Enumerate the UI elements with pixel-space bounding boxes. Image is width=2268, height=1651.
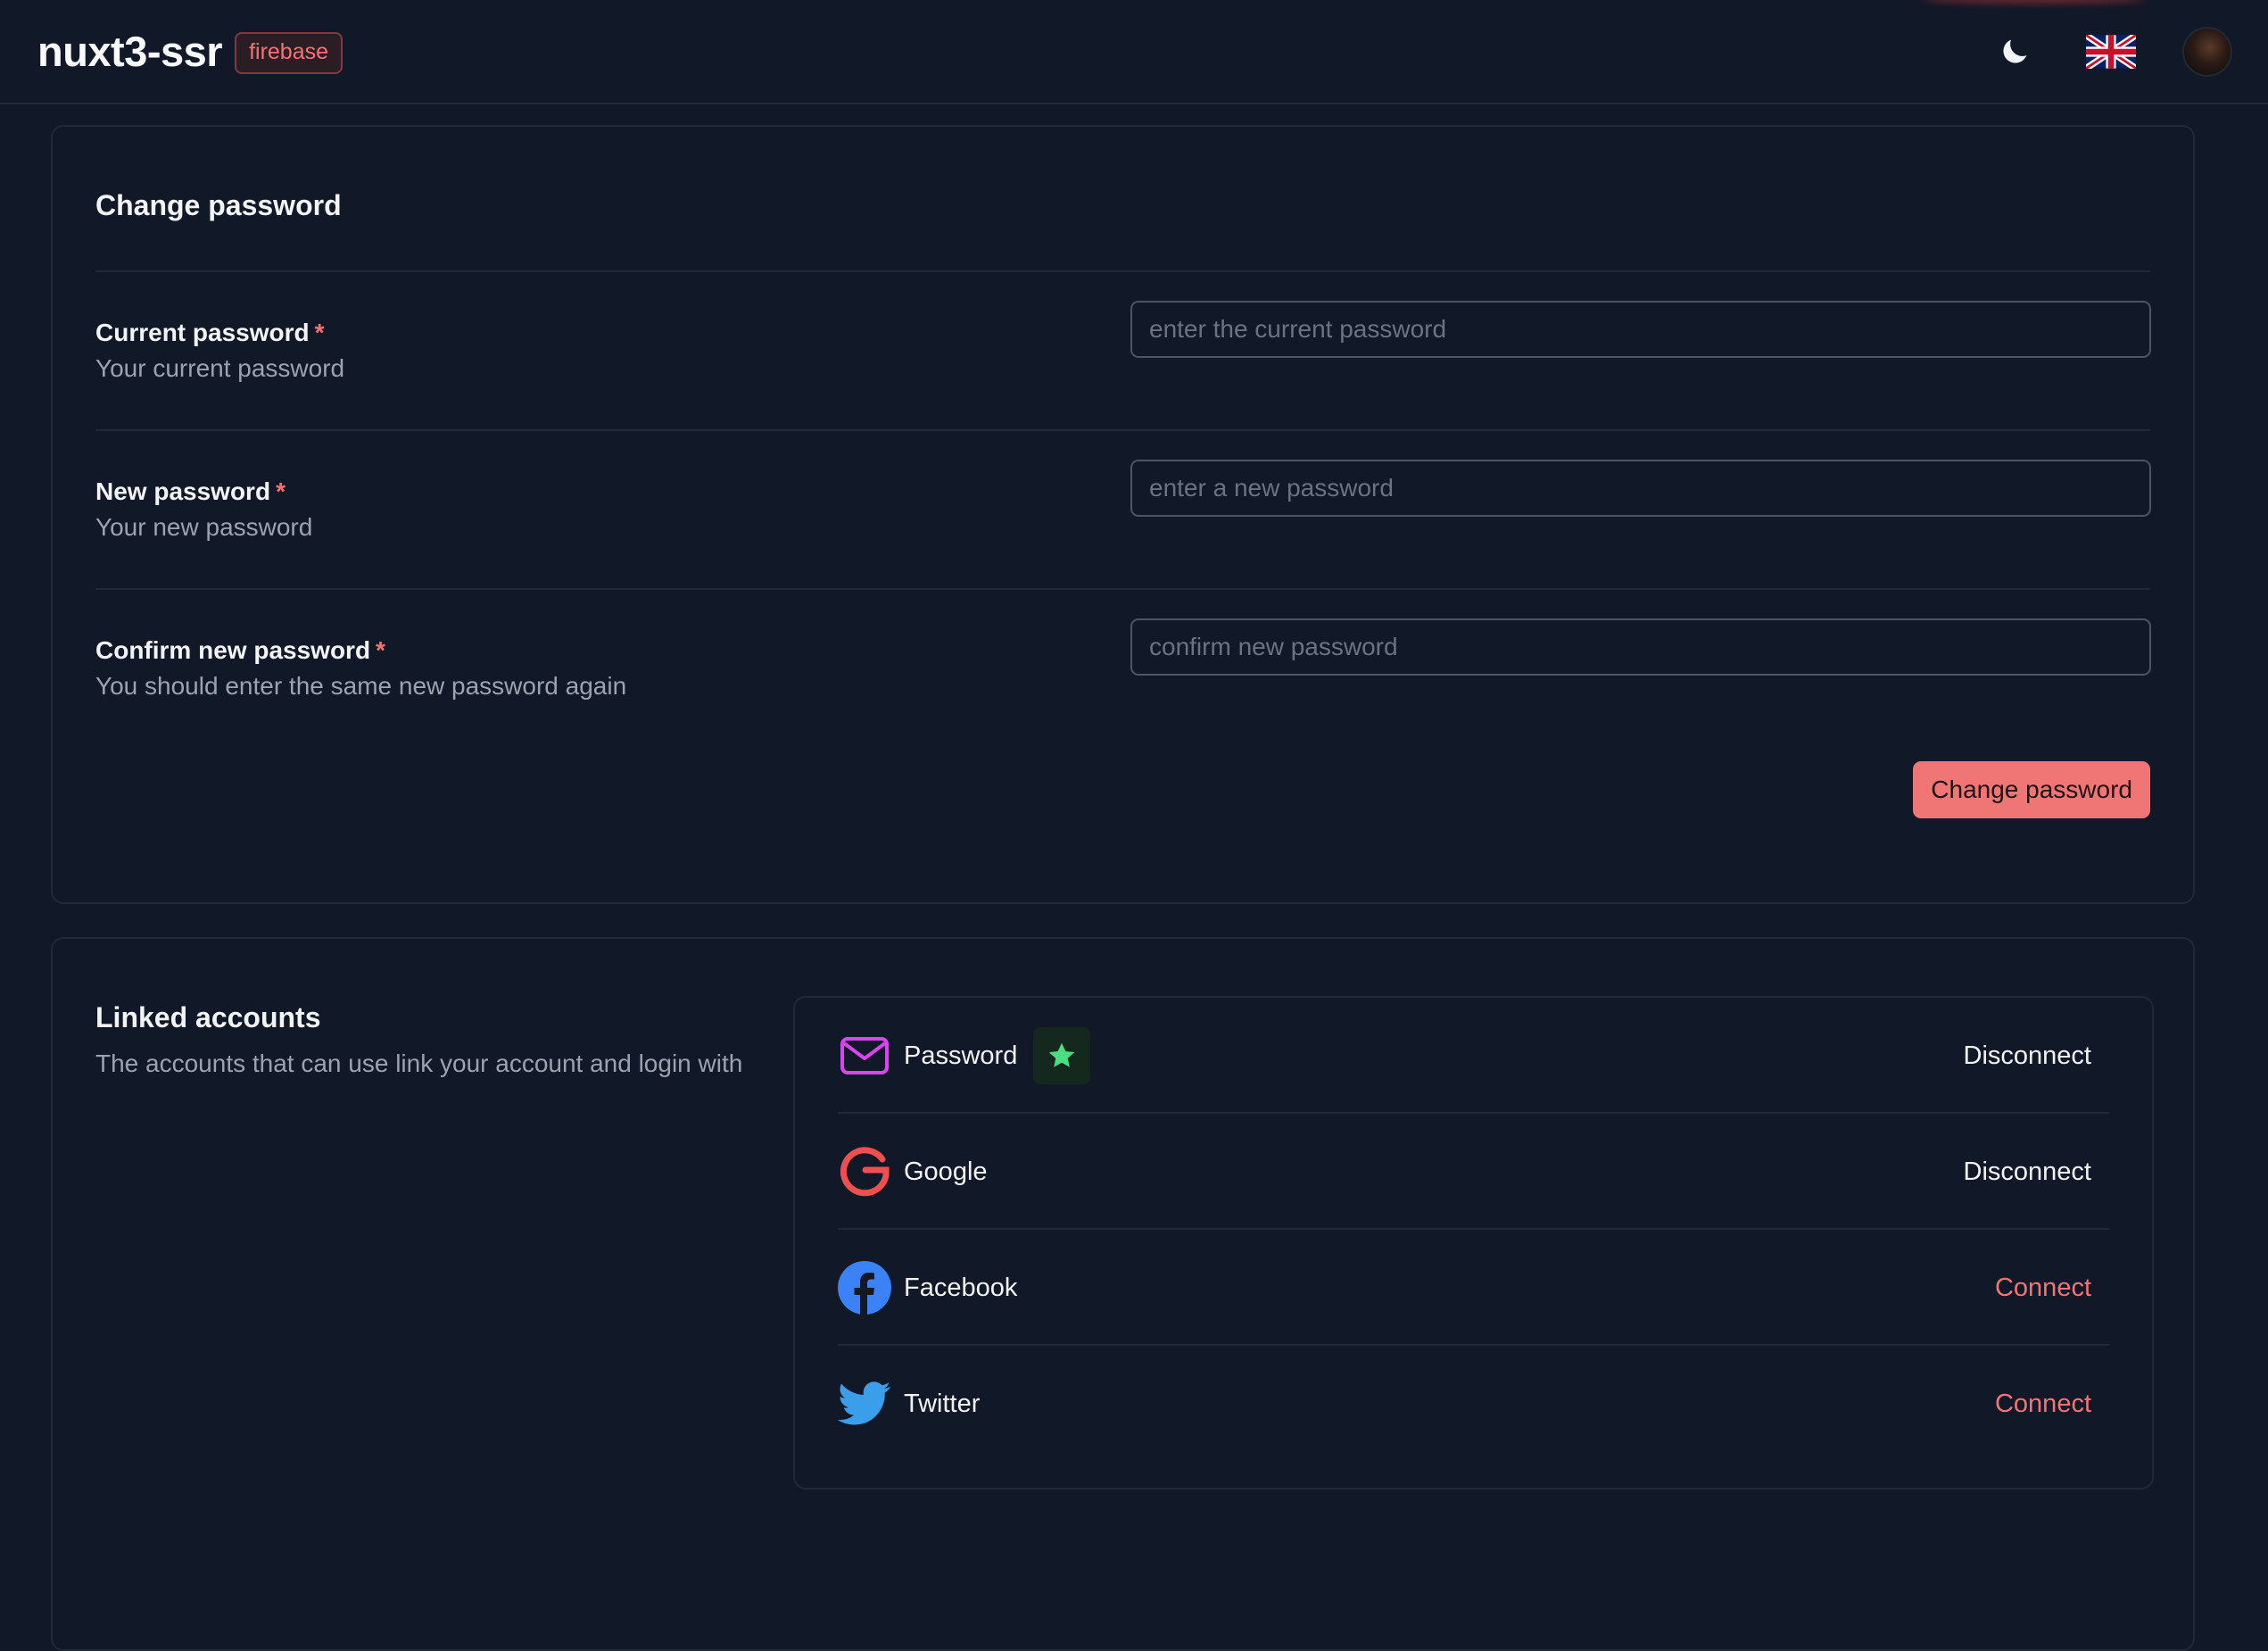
moon-icon[interactable] [1990,27,2040,77]
new-password-label: New password * [95,477,286,505]
top-navbar: nuxt3-ssr firebase [0,0,2268,104]
change-password-button[interactable]: Change password [1913,761,2150,818]
current-password-input[interactable] [1130,301,2151,358]
brand[interactable]: nuxt3-ssr firebase [37,27,344,76]
backend-badge: firebase [235,32,344,74]
divider [95,588,2150,590]
account-row-twitter: Twitter Connect [838,1346,2109,1462]
facebook-icon [838,1261,891,1315]
confirm-password-help: You should enter the same new password a… [95,672,627,700]
current-password-row: Current password * Your current password [95,301,2151,417]
current-password-label: Current password * [95,319,325,346]
required-mark: * [314,319,325,346]
disconnect-button[interactable]: Disconnect [1964,1041,2091,1071]
star-icon [1033,1027,1091,1084]
confirm-password-input[interactable] [1130,618,2151,676]
notification-glow [1923,0,2146,4]
google-icon [838,1145,891,1199]
required-mark: * [276,477,286,505]
account-row-facebook: Facebook Connect [838,1230,2109,1346]
account-name: Google [904,1157,988,1186]
new-password-row: New password * Your new password [95,460,2151,576]
divider [95,429,2150,431]
account-row-google: Google Disconnect [838,1114,2109,1230]
linked-accounts-title: Linked accounts [95,1001,321,1033]
connect-button[interactable]: Connect [1995,1274,2091,1303]
required-mark: * [376,636,385,664]
app-name[interactable]: nuxt3-ssr [37,27,223,76]
twitter-icon [838,1377,891,1431]
current-password-help: Your current password [95,354,345,382]
disconnect-button[interactable]: Disconnect [1964,1157,2091,1187]
account-name: Twitter [904,1389,981,1418]
user-avatar[interactable] [2182,26,2232,77]
linked-accounts-card: Linked accounts The accounts that can us… [51,937,2195,1651]
connect-button[interactable]: Connect [1995,1390,2091,1419]
uk-flag-icon[interactable] [2086,27,2136,77]
linked-accounts-description: The accounts that can use link your acco… [95,1050,743,1077]
top-actions [1990,26,2232,77]
account-row-password: Password Disconnect [838,998,2109,1114]
account-name: Password [904,1041,1018,1070]
change-password-title: Change password [95,189,342,221]
divider [95,270,2150,272]
new-password-input[interactable] [1130,460,2151,517]
accounts-list: Password Disconnect Google Disconnect Fa… [793,996,2154,1489]
account-name: Facebook [904,1273,1018,1302]
change-password-card: Change password Current password * Your c… [51,125,2195,904]
confirm-password-label: Confirm new password * [95,636,385,664]
new-password-help: Your new password [95,513,313,541]
confirm-password-row: Confirm new password * You should enter t… [95,618,2151,734]
envelope-icon [838,1029,891,1083]
